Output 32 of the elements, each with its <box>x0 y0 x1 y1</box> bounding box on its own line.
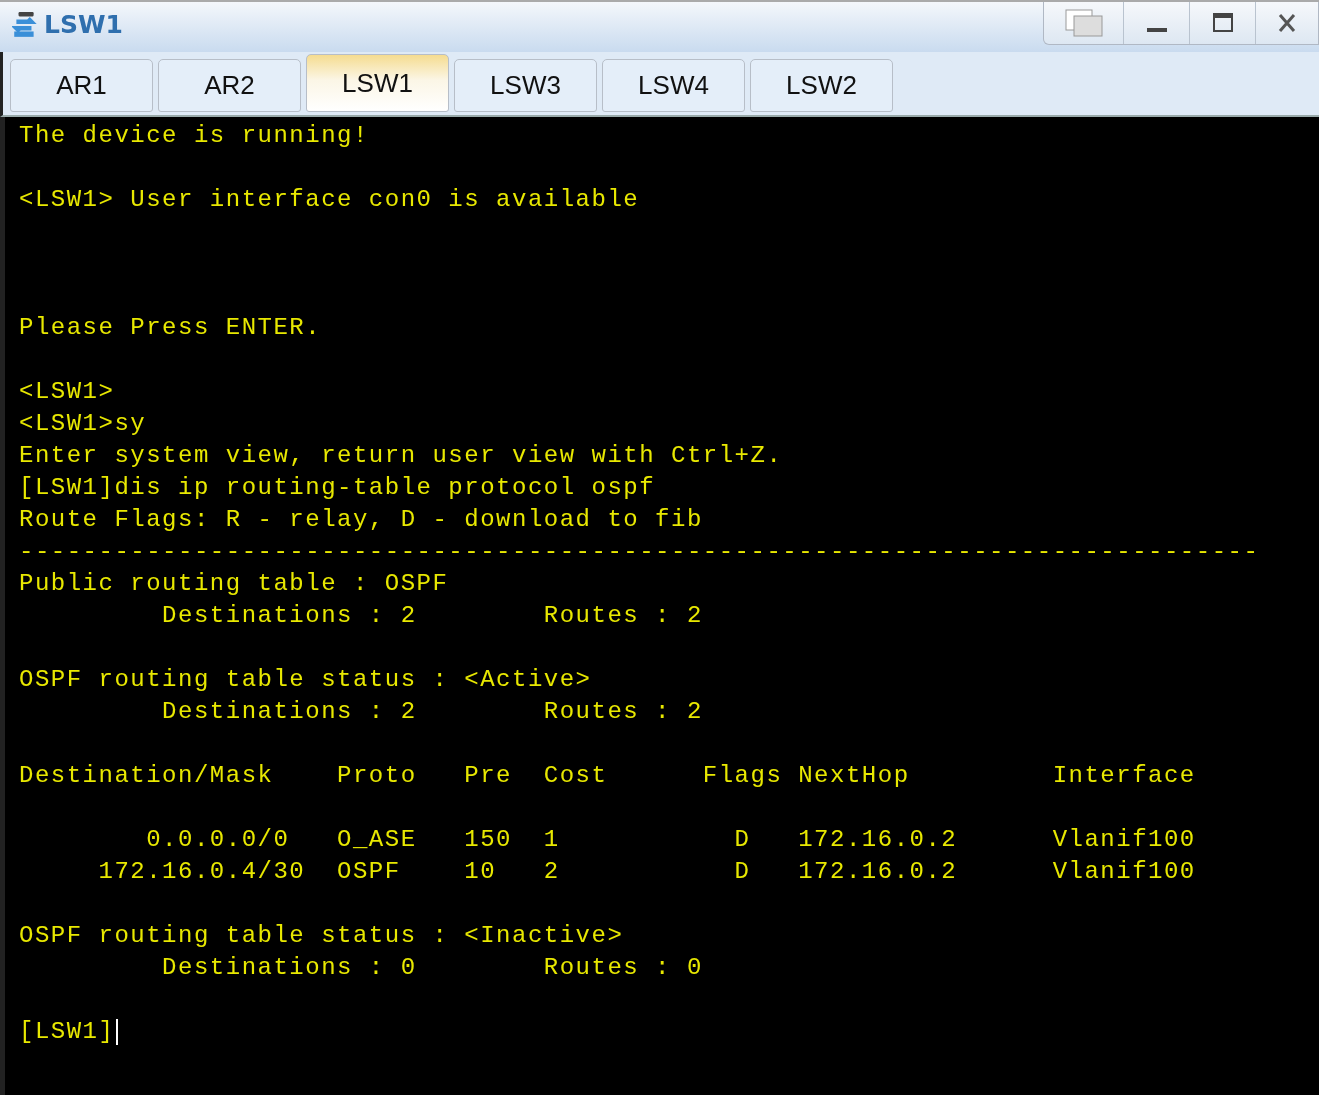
console-line: Public routing table : OSPF <box>19 570 449 598</box>
console-line: [LSW1]dis ip routing-table protocol ospf <box>19 474 656 502</box>
console-line: Destinations : 0 Routes : 0 <box>161 954 703 982</box>
device-tab[interactable]: LSW2 <box>750 59 893 112</box>
console-line: <LSW1> User interface con0 is available <box>19 186 640 214</box>
console-line: OSPF routing table status : <Active> <box>19 666 592 694</box>
text-cursor <box>116 1019 119 1045</box>
device-tab[interactable]: AR2 <box>158 59 301 112</box>
console-line: Route Flags: R - relay, D - download to fib <box>19 506 703 534</box>
console-line: Destinations : 2 Routes : 2 <box>161 602 703 630</box>
console-line: The device is running! <box>19 122 369 150</box>
minimize-icon <box>1146 28 1167 32</box>
device-tab[interactable]: LSW3 <box>454 59 597 112</box>
console-line: Enter system view, return user view with Ctrl+Z. <box>19 442 783 470</box>
device-tab[interactable]: LSW1 <box>306 54 449 112</box>
console-line: <LSW1> <box>19 378 115 406</box>
device-tab[interactable]: AR1 <box>10 59 153 112</box>
console-line: <LSW1>sy <box>19 410 147 438</box>
console-line: Destinations : 2 Routes : 2 <box>161 698 703 726</box>
close-icon <box>1277 13 1297 33</box>
console-line: ------------------------------------------------------------------------------ <box>19 538 1260 566</box>
overlapping-windows-icon <box>1063 8 1104 38</box>
console-line: 0.0.0.0/0 O_ASE 150 1 D 172.16.0.2 Vlanif100 <box>145 826 1196 854</box>
console-line: Please Press ENTER. <box>19 314 322 342</box>
window-title: LSW1 <box>44 10 123 39</box>
command-prompt: [LSW1] <box>19 1018 115 1046</box>
console-line: 172.16.0.4/30 OSPF 10 2 D 172.16.0.2 Vlanif100 <box>97 858 1196 886</box>
maximize-icon <box>1212 13 1233 33</box>
console-line: Destination/Mask Proto Pre Cost Flags NextHop Interface <box>19 762 1196 790</box>
console-line: OSPF routing table status : <Inactive> <box>19 922 624 950</box>
network-switch-icon <box>12 10 38 39</box>
device-tab[interactable]: LSW4 <box>602 59 745 112</box>
